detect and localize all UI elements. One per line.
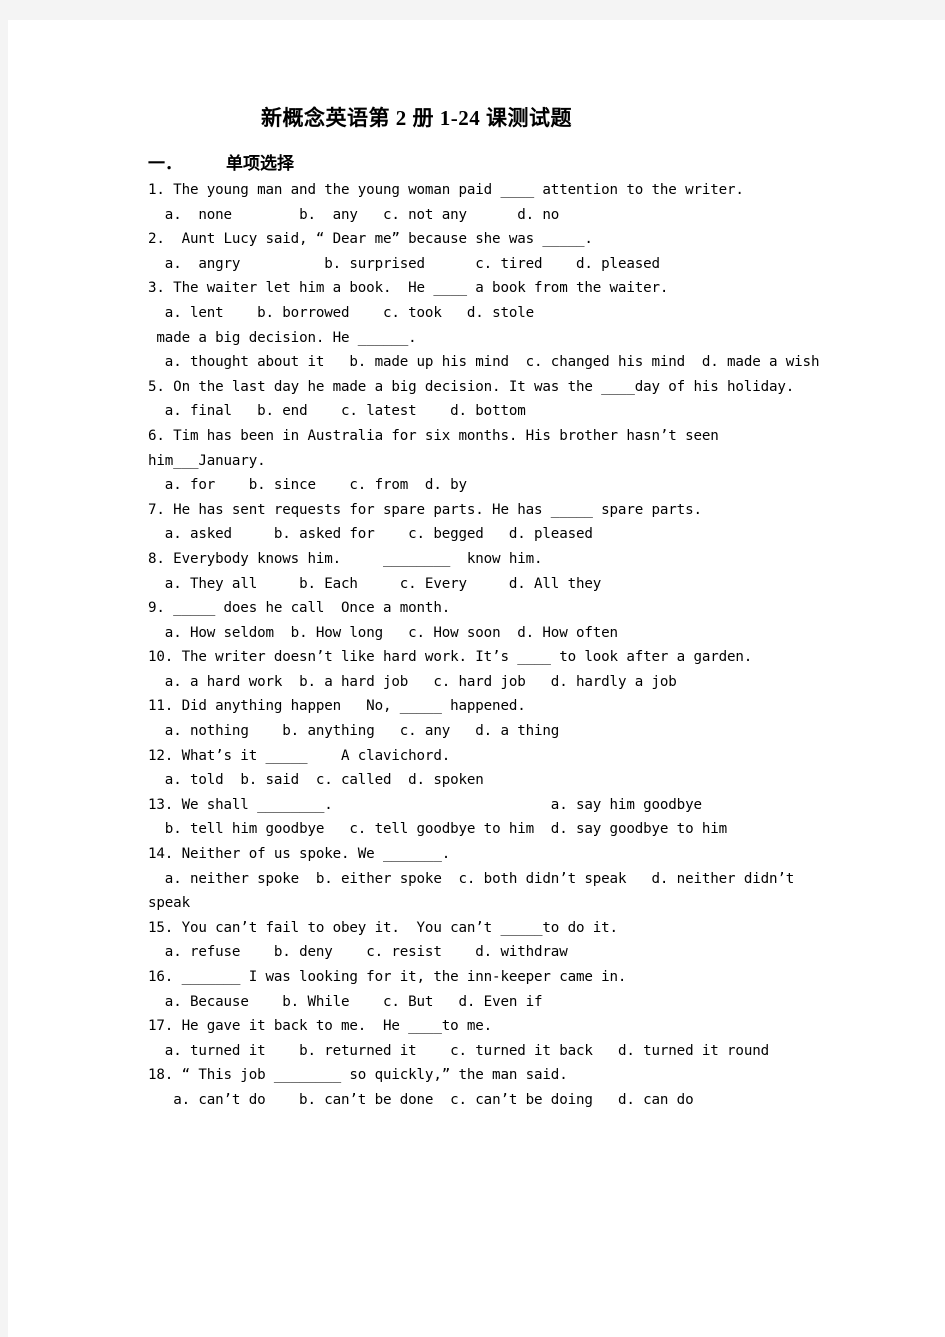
q18-options: a. can’t do b. can’t be done c. can’t be…	[148, 1091, 694, 1108]
q8-options: a. They all b. Each c. Every d. All they	[148, 575, 602, 592]
q13-options: b. tell him goodbye c. tell goodbye to h…	[148, 821, 728, 838]
q14-options: a. neither spoke b. either spoke c. both…	[148, 870, 803, 912]
question-list: 1. The young man and the young woman pai…	[8, 174, 945, 1113]
q16-stem: 16. _______ I was looking for it, the in…	[148, 969, 627, 985]
page-title: 新概念英语第 2 册 1-24 课测试题	[261, 106, 572, 130]
q9-options: a. How seldom b. How long c. How soon d.…	[148, 624, 618, 641]
q12-stem: 12. What’s it _____ A clavichord.	[148, 747, 451, 764]
q6-options: a. for b. since c. from d. by	[148, 477, 467, 494]
q4-stem: made a big decision. He ______.	[148, 329, 417, 346]
q14-stem: 14. Neither of us spoke. We _______.	[148, 846, 451, 863]
q1-stem: 1. The young man and the young woman pai…	[148, 182, 744, 198]
q7-stem: 7. He has sent requests for spare parts.…	[148, 501, 702, 518]
section-number: 一．	[148, 154, 182, 173]
q2-options: a. angry b. surprised c. tired d. please…	[148, 255, 660, 272]
q5-stem: 5. On the last day he made a big decisio…	[148, 378, 795, 395]
q10-options: a. a hard work b. a hard job c. hard job…	[148, 673, 677, 690]
q15-options: a. refuse b. deny c. resist d. withdraw	[148, 944, 568, 961]
q3-stem: 3. The waiter let him a book. He ____ a …	[148, 280, 669, 297]
q6-stem: 6. Tim has been in Australia for six mon…	[148, 427, 728, 469]
q2-stem: 2. Aunt Lucy said, “ Dear me” because sh…	[148, 231, 593, 248]
q17-options: a. turned it b. returned it c. turned it…	[148, 1042, 769, 1059]
q5-options: a. final b. end c. latest d. bottom	[148, 403, 526, 420]
q11-options: a. nothing b. anything c. any d. a thing	[148, 723, 560, 740]
q15-stem: 15. You can’t fail to obey it. You can’t…	[148, 919, 618, 936]
document-page: 新概念英语第 2 册 1-24 课测试题 一． 单项选择 1. The young…	[8, 20, 945, 1337]
q11-stem: 11. Did anything happen No, _____ happen…	[148, 698, 526, 715]
q3-options: a. lent b. borrowed c. took d. stole	[148, 304, 535, 321]
q18-stem: 18. “ This job ________ so quickly,” the…	[148, 1067, 568, 1084]
q1-options: a. none b. any c. not any d. no	[148, 206, 560, 223]
q16-options: a. Because b. While c. But d. Even if	[148, 993, 543, 1010]
q17-stem: 17. He gave it back to me. He ____to me.	[148, 1018, 493, 1035]
q8-stem: 8. Everybody knows him. ________ know hi…	[148, 550, 543, 567]
section-heading: 一． 单项选择	[8, 132, 945, 174]
q13-stem: 13. We shall ________. a. say him goodby…	[148, 796, 702, 813]
q4-options: a. thought about it b. made up his mind …	[148, 354, 820, 371]
q7-options: a. asked b. asked for c. begged d. pleas…	[148, 526, 593, 543]
section-label: 单项选择	[226, 154, 294, 173]
q12-options: a. told b. said c. called d. spoken	[148, 772, 484, 789]
q9-stem: 9. _____ does he call Once a month.	[148, 600, 451, 617]
q10-stem: 10. The writer doesn’t like hard work. I…	[148, 649, 753, 666]
